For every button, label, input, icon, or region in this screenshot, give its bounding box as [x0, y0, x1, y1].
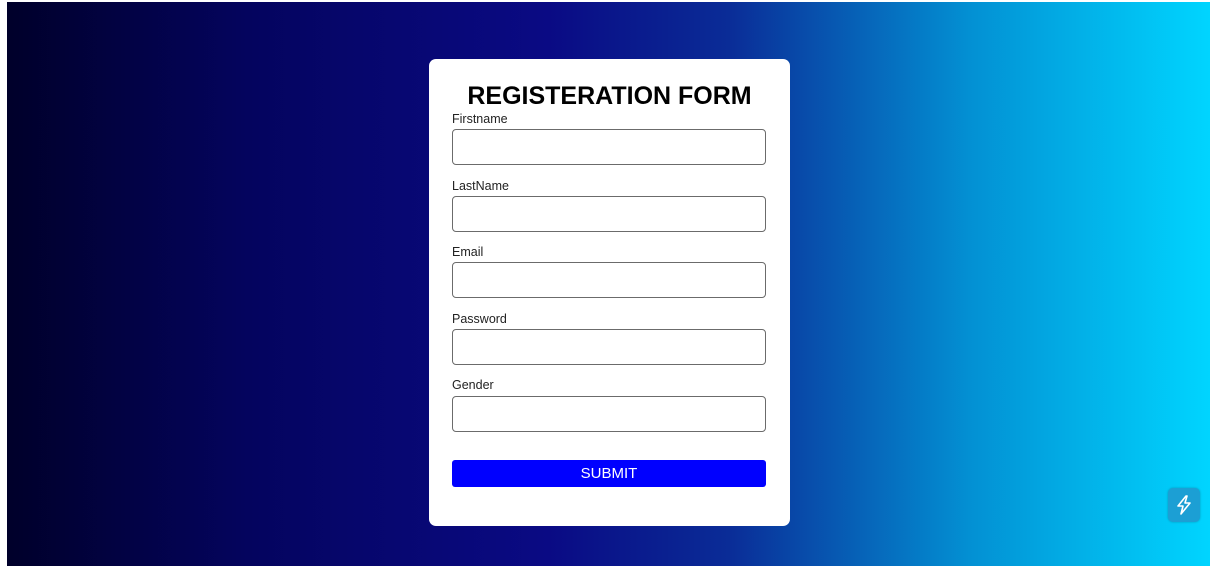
submit-button[interactable]: SUBMIT [452, 460, 766, 487]
password-input[interactable] [452, 329, 766, 365]
firstname-input[interactable] [452, 129, 766, 165]
registration-form-card: REGISTERATION FORM Firstname LastName Em… [429, 59, 790, 526]
form-title: REGISTERATION FORM [467, 82, 752, 110]
email-label: Email [452, 245, 484, 259]
page-background: REGISTERATION FORM Firstname LastName Em… [7, 2, 1210, 566]
gender-input[interactable] [452, 396, 766, 432]
lastname-label: LastName [452, 179, 509, 193]
password-label: Password [452, 312, 507, 326]
lightning-bolt-icon [1177, 495, 1191, 515]
lastname-input[interactable] [452, 196, 766, 232]
floating-action-button[interactable] [1168, 488, 1200, 522]
email-input[interactable] [452, 262, 766, 298]
firstname-label: Firstname [452, 112, 508, 126]
gender-label: Gender [452, 378, 494, 392]
